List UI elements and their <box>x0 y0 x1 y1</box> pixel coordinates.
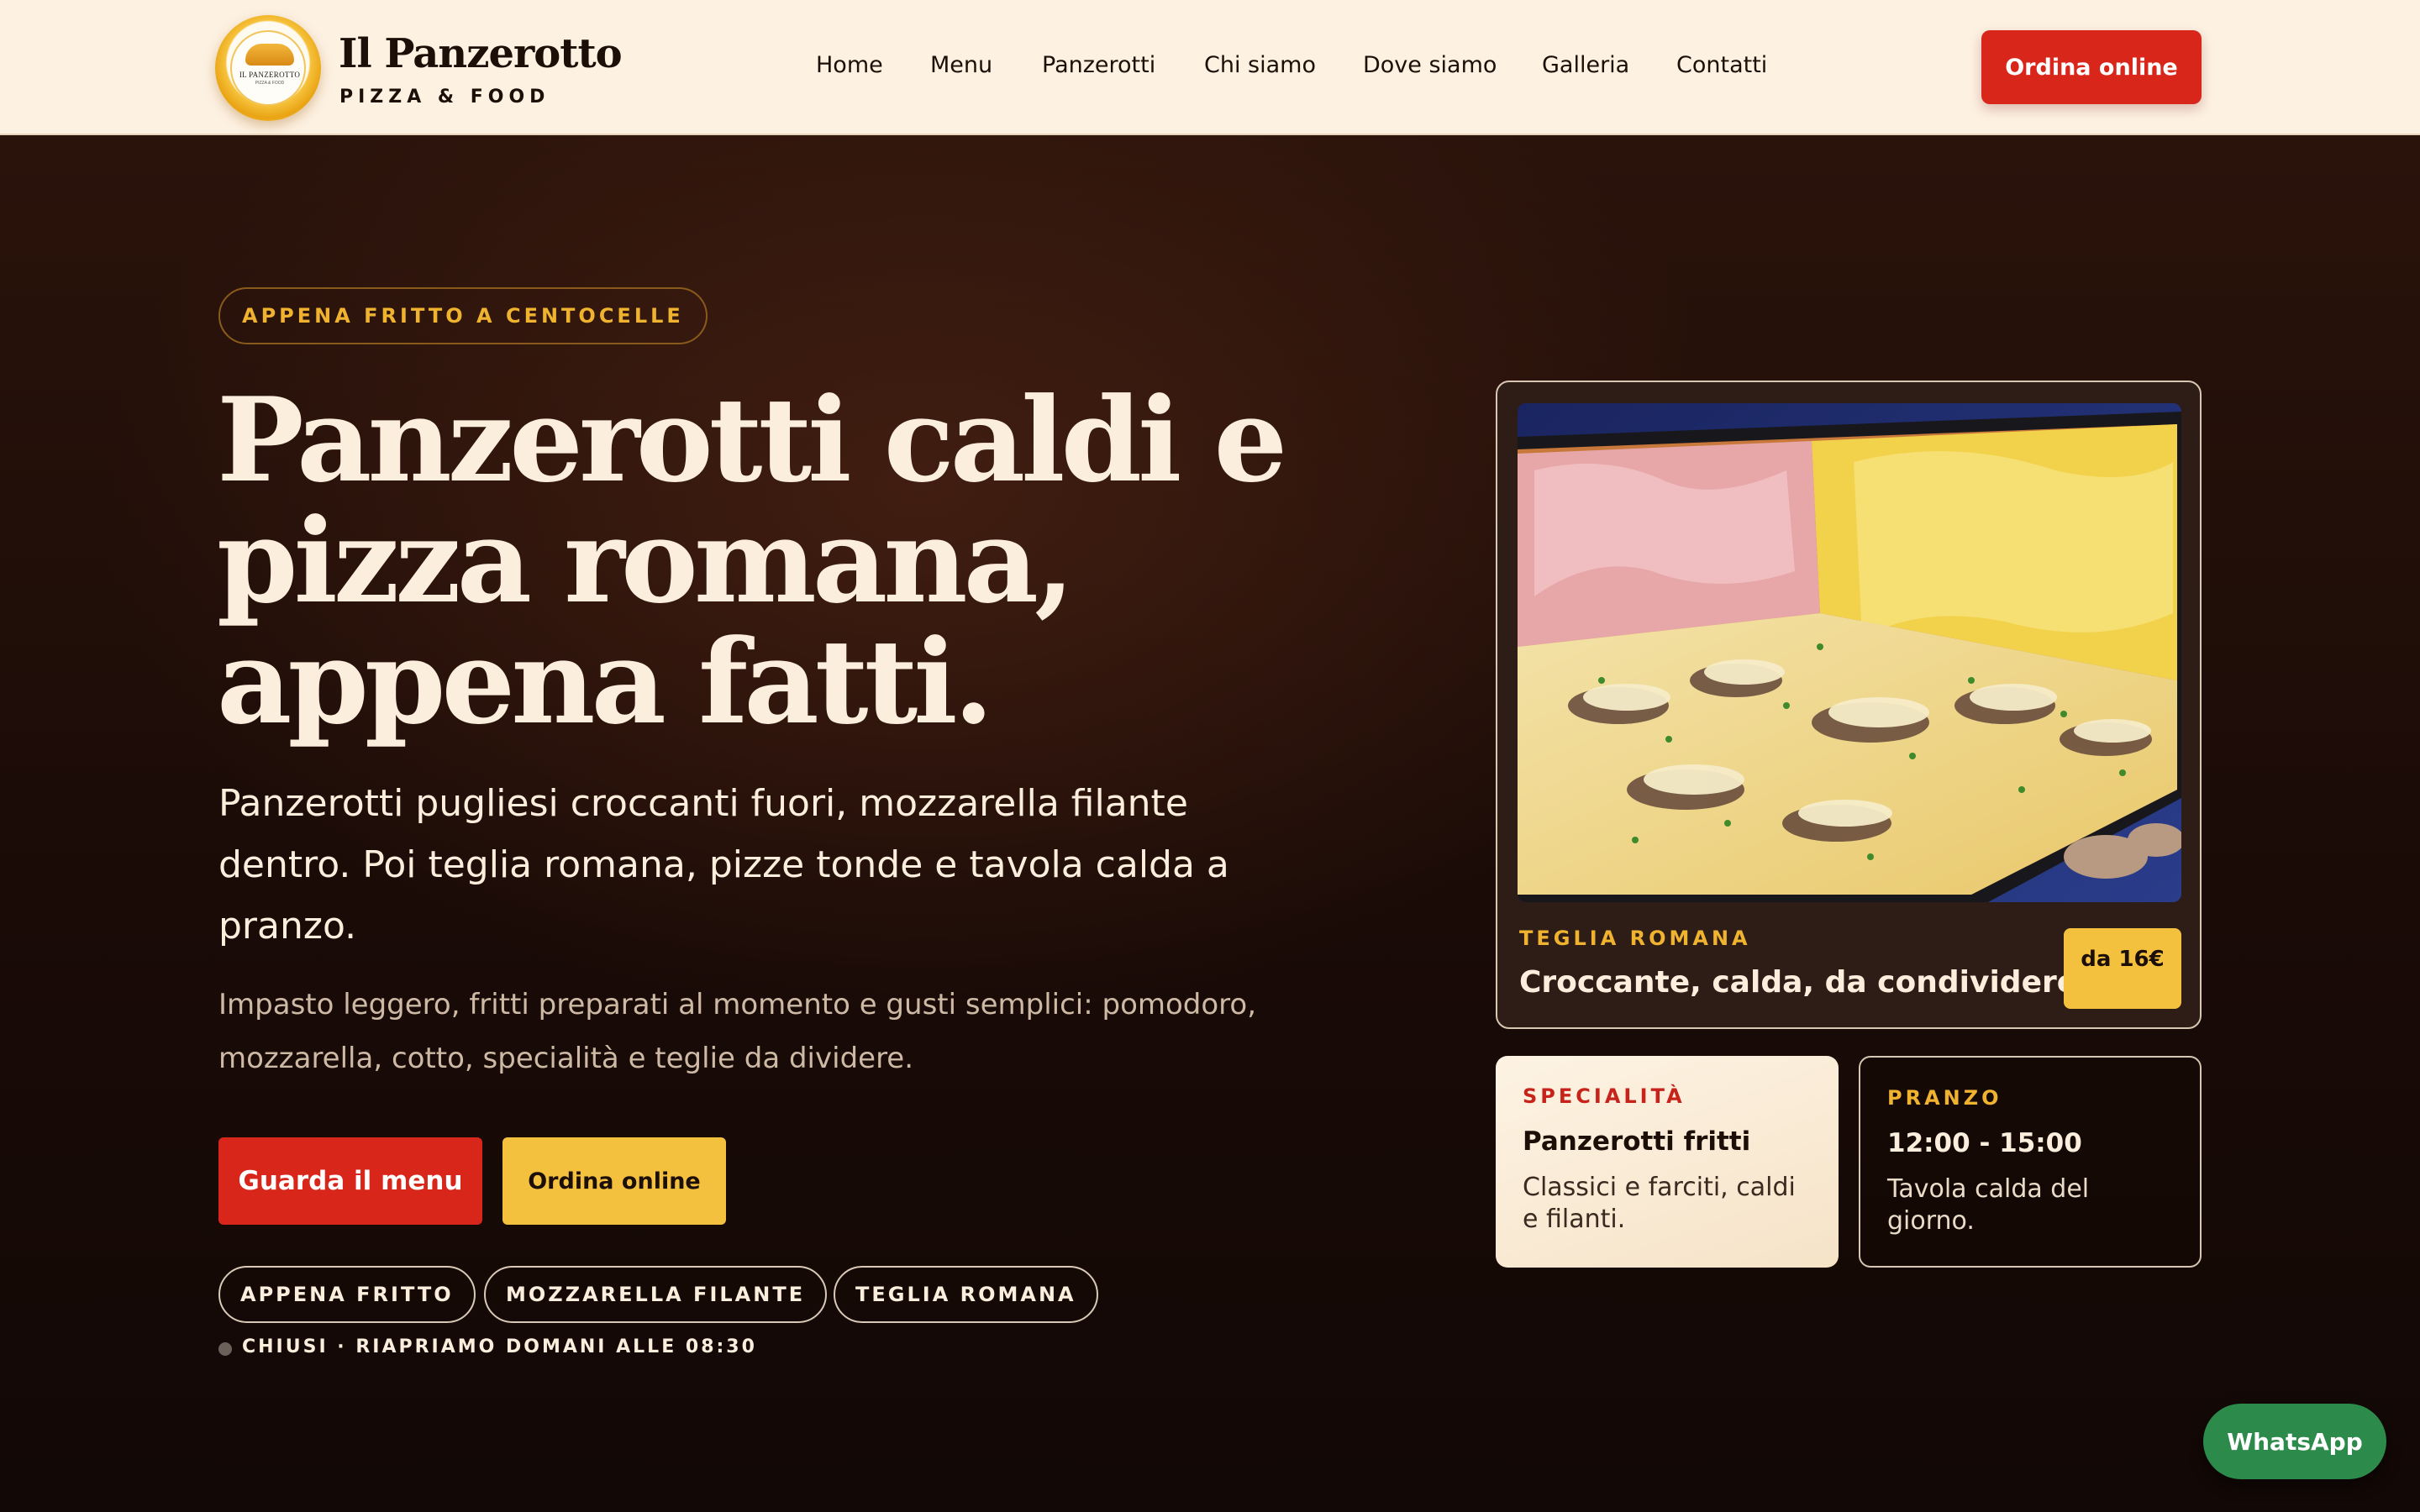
hero-headline: Panzerotti caldi e pizza romana, appena … <box>217 380 1343 743</box>
pizza-teglia-image <box>1518 403 2181 902</box>
nav-contatti[interactable]: Contatti <box>1676 52 1767 78</box>
panzerotto-icon <box>245 44 294 66</box>
order-online-button[interactable]: Ordina online <box>502 1137 726 1225</box>
nav-dove-siamo[interactable]: Dove siamo <box>1363 52 1497 78</box>
hero-description: Impasto leggero, fritti preparati al mom… <box>218 988 1257 1075</box>
feature-title: Croccante, calda, da condividere. <box>1519 965 2089 1000</box>
brand-tagline: PIZZA & FOOD <box>339 87 550 108</box>
card-body: Classici e farciti, caldi e filanti. <box>1523 1173 1796 1234</box>
chip-teglia-romana: TEGLIA ROMANA <box>834 1266 1098 1323</box>
order-online-header-button[interactable]: Ordina online <box>1981 30 2202 104</box>
headline-line: appena fatti. <box>217 613 994 750</box>
headline-line: Panzerotti caldi e <box>217 371 1287 508</box>
logo-text: IL PANZEROTTO <box>239 71 301 79</box>
card-tag: PRANZO <box>1887 1086 2002 1110</box>
card-title: Panzerotti fritti <box>1523 1126 1751 1157</box>
feature-tag: TEGLIA ROMANA <box>1519 927 1751 950</box>
feature-card-teglia[interactable]: TEGLIA ROMANA Croccante, calda, da condi… <box>1496 381 2202 1029</box>
view-menu-button[interactable]: Guarda il menu <box>218 1137 482 1225</box>
hero-lead: Panzerotti pugliesi croccanti fuori, moz… <box>218 782 1229 948</box>
hero-eyebrow-badge: APPENA FRITTO A CENTOCELLE <box>218 287 708 344</box>
price-badge: da 16€ <box>2064 928 2181 1009</box>
nav-home[interactable]: Home <box>816 52 883 78</box>
opening-status: CHIUSI · RIAPRIAMO DOMANI ALLE 08:30 <box>242 1336 757 1357</box>
nav-menu[interactable]: Menu <box>930 52 992 78</box>
logo-subtext: PIZZA & FOOD <box>255 81 285 86</box>
site-header: IL PANZEROTTO PIZZA & FOOD Il Panzerotto… <box>0 0 2420 135</box>
headline-line: pizza romana, <box>217 492 1075 629</box>
card-body: Tavola calda del giorno. <box>1887 1174 2090 1236</box>
status-dot-icon <box>218 1342 232 1356</box>
card-specialita[interactable]: SPECIALITÀ Panzerotti fritti Classici e … <box>1496 1056 1839 1268</box>
logo-badge: IL PANZEROTTO PIZZA & FOOD <box>230 30 306 106</box>
nav-chi-siamo[interactable]: Chi siamo <box>1204 52 1316 78</box>
pizza-illustration <box>1518 403 2181 902</box>
nav-panzerotti[interactable]: Panzerotti <box>1042 52 1155 78</box>
card-title: 12:00 - 15:00 <box>1887 1128 2082 1158</box>
chip-mozzarella-filante: MOZZARELLA FILANTE <box>484 1266 828 1323</box>
card-tag: SPECIALITÀ <box>1523 1084 1686 1108</box>
logo[interactable]: IL PANZEROTTO PIZZA & FOOD <box>215 15 321 121</box>
whatsapp-button[interactable]: WhatsApp <box>2203 1404 2386 1479</box>
chip-appena-fritto: APPENA FRITTO <box>218 1266 476 1323</box>
nav-galleria[interactable]: Galleria <box>1542 52 1629 78</box>
brand-name[interactable]: Il Panzerotto <box>339 30 623 77</box>
card-pranzo[interactable]: PRANZO 12:00 - 15:00 Tavola calda del gi… <box>1859 1056 2202 1268</box>
